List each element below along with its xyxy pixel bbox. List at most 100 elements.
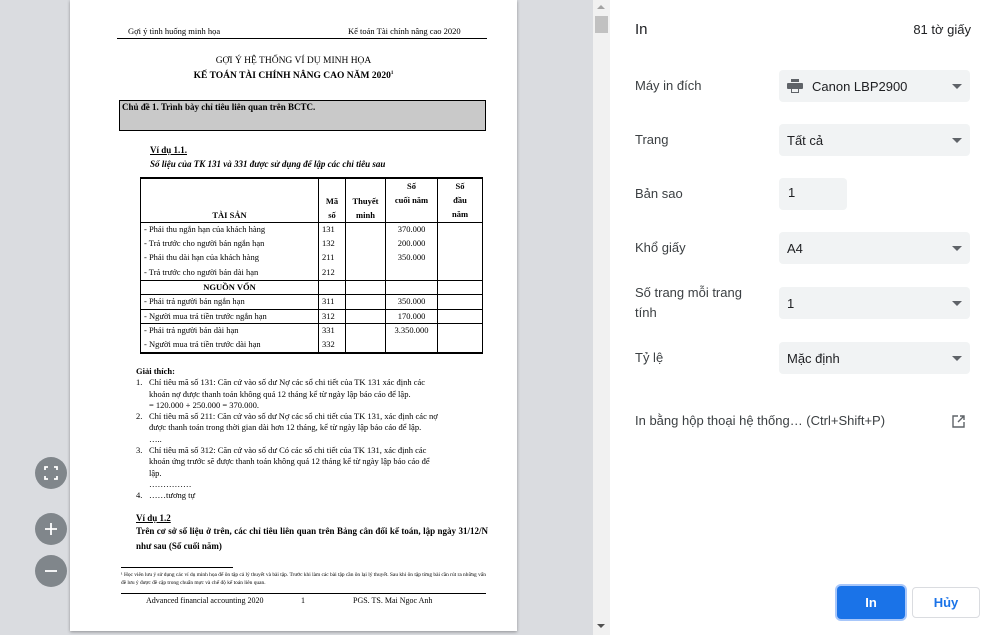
cell-start: [437, 222, 483, 237]
scroll-down-arrow-icon[interactable]: [597, 624, 605, 628]
pages-select[interactable]: Tất cả: [779, 124, 970, 156]
doc-title-text: KẾ TOÁN TÀI CHÍNH NÂNG CAO NĂM 2020: [193, 71, 391, 82]
zoom-in-button[interactable]: [35, 513, 67, 545]
explanation-line: khoản nợ được thanh toán không quá 12 th…: [136, 389, 496, 400]
cell-name: - Trả trước cho người bán dài hạn: [140, 265, 319, 280]
print-button[interactable]: In: [837, 586, 905, 619]
destination-select[interactable]: Canon LBP2900: [779, 70, 970, 102]
cell-end: [385, 279, 438, 295]
cell-code: 312: [318, 308, 346, 324]
explanation-text: Chỉ tiêu mã số 131: Căn cứ vào số dư Nợ …: [149, 377, 426, 388]
pages-per-sheet-value: 1: [787, 295, 795, 311]
cell-name: - Phải trả người bán dài hạn: [140, 323, 319, 338]
balance-table: TÀI SẢN Mã số Thuyết minh Số cuối năm Số đầu…: [140, 177, 483, 354]
cell-note: [345, 338, 386, 354]
fit-to-page-button[interactable]: [35, 457, 67, 489]
explanation-text: = 120.000 + 250.000 = 370.000.: [149, 399, 260, 410]
cell-start: [437, 323, 483, 338]
copies-input[interactable]: 1: [779, 178, 847, 210]
example1-subtitle: Số liệu của TK 131 và 331 được sử dụng đ…: [150, 159, 386, 169]
pages-label: Trang: [635, 132, 669, 147]
minus-icon: [45, 570, 57, 572]
example2-body: Trên cơ sở số liệu ở trên, các chỉ tiêu …: [136, 526, 488, 551]
header-note: Thuyết minh: [345, 177, 386, 223]
topic-box: Chủ đề 1. Trình bày chỉ tiêu liên quan t…: [119, 100, 486, 131]
chevron-down-icon: [952, 246, 962, 251]
cell-note: [345, 265, 386, 280]
cell-note: [345, 279, 386, 295]
cell-code: 211: [318, 251, 346, 266]
cell-code: 212: [318, 265, 346, 280]
scroll-thumb[interactable]: [595, 16, 608, 33]
footer-rule: [121, 593, 486, 594]
explanation-number: 3.: [136, 445, 143, 456]
chevron-down-icon: [952, 138, 962, 143]
cell-code: 331: [318, 323, 346, 338]
footnote-text: ¹ Học viên lưu ý sử dụng các ví dụ minh …: [121, 572, 486, 586]
explanation-number: 4.: [136, 490, 143, 501]
table-row: - Phải thu dài hạn của khách hàng 211 350.…: [140, 251, 483, 266]
explanation-text: lập.: [149, 467, 162, 478]
cell-code: 311: [318, 294, 346, 309]
cell-note: [345, 323, 386, 338]
explanation-text: Chỉ tiêu mã số 211: Căn cứ vào số dư Nợ …: [149, 411, 438, 422]
explanation-text: ……tương tự: [149, 490, 196, 501]
plus-icon: [45, 523, 57, 535]
explanation-number: 1.: [136, 377, 143, 388]
open-in-new-icon[interactable]: [952, 415, 965, 428]
print-settings-panel: In 81 tờ giấy Máy in đích Canon LBP2900 …: [610, 0, 992, 635]
example2-title: Ví dụ 1.2: [136, 513, 171, 523]
scale-select[interactable]: Mặc định: [779, 342, 970, 374]
explanation-block: Giải thích: 1. Chỉ tiêu mã số 131: Căn cứ…: [136, 366, 496, 502]
explanation-item: 4. ……tương tự: [136, 490, 496, 501]
pages-value: Tất cả: [787, 132, 824, 148]
explanation-line: …..: [136, 434, 496, 445]
cell-name: - Phải thu dài hạn của khách hàng: [140, 251, 319, 266]
cell-name: - Phải thu ngắn hạn của khách hàng: [140, 222, 319, 237]
system-dialog-link[interactable]: In bằng hộp thoại hệ thống… (Ctrl+Shift+…: [635, 413, 885, 428]
zoom-out-button[interactable]: [35, 555, 67, 587]
explanation-text: ……………: [149, 478, 192, 489]
paper-size-select[interactable]: A4: [779, 232, 970, 264]
paper-size-label: Khổ giấy: [635, 240, 686, 255]
preview-page: Gợi ý tình huống minh họa Kế toán Tài ch…: [70, 0, 517, 631]
cell-end: 350.000: [385, 294, 438, 309]
cell-note: [345, 236, 386, 251]
header-end-year: Số cuối năm: [385, 177, 438, 223]
header-start-year: Số đầu năm: [437, 177, 483, 223]
explanation-item: 3. Chỉ tiêu mã số 312: Căn cứ vào số dư C…: [136, 445, 496, 456]
doc-header-left: Gợi ý tình huống minh họa: [128, 26, 221, 36]
cell-name: NGUỒN VỐN: [140, 279, 319, 295]
table-row: - Phải trả người bán ngắn hạn 311 350.000: [140, 294, 483, 309]
cell-note: [345, 308, 386, 324]
destination-label: Máy in đích: [635, 78, 702, 93]
table-row: - Phải trả người bán dài hạn 331 3.350.000: [140, 323, 483, 338]
cancel-button[interactable]: Hủy: [912, 587, 980, 618]
chevron-down-icon: [952, 84, 962, 89]
scroll-up-arrow-icon[interactable]: [597, 5, 605, 9]
table-section-row: NGUỒN VỐN: [140, 279, 483, 295]
footnote-rule: [121, 567, 233, 568]
cell-code: 332: [318, 338, 346, 354]
fit-to-page-icon: [44, 466, 58, 480]
explanation-title: Giải thích:: [136, 366, 175, 376]
table-row: - Người mua trả tiền trước dài hạn 332: [140, 338, 483, 354]
explanation-item: 2. Chỉ tiêu mã số 211: Căn cứ vào số dư N…: [136, 411, 496, 422]
cell-note: [345, 251, 386, 266]
cell-name: - Người mua trả tiền trước dài hạn: [140, 338, 319, 354]
header-assets: TÀI SẢN: [140, 177, 319, 223]
explanation-line: được thanh toán trong thời gian dài hơn …: [136, 422, 496, 433]
explanation-text: …..: [149, 433, 162, 444]
cell-end: 370.000: [385, 222, 438, 237]
chevron-down-icon: [952, 356, 962, 361]
cell-name: - Phải trả người bán ngắn hạn: [140, 294, 319, 309]
cell-start: [437, 279, 483, 295]
preview-scrollbar[interactable]: [593, 0, 610, 635]
cell-end: [385, 338, 438, 354]
pages-per-sheet-select[interactable]: 1: [779, 287, 970, 319]
cell-end: 350.000: [385, 251, 438, 266]
doc-title-line1: GỢI Ý HỆ THỐNG VÍ DỤ MINH HỌA: [215, 56, 372, 66]
doc-header-right: Kế toán Tài chính nâng cao 2020: [348, 26, 461, 36]
cell-start: [437, 236, 483, 251]
pages-per-sheet-label: Số trang mỗi trang tính: [635, 285, 742, 320]
